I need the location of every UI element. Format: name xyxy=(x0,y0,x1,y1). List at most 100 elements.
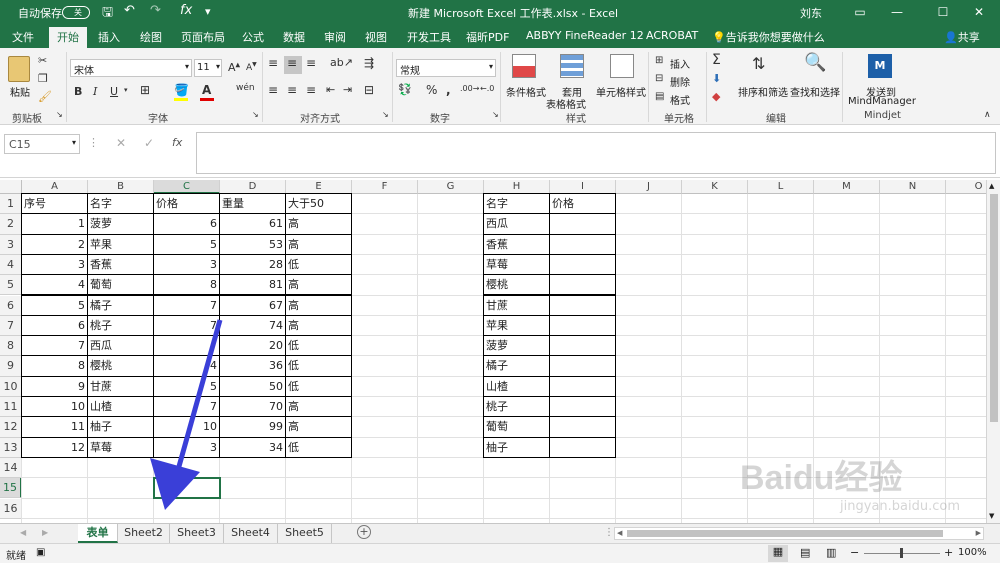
undo-icon[interactable]: ↶ xyxy=(124,3,135,18)
delete-cells-icon[interactable]: ⊟ xyxy=(655,73,663,84)
delete-cells-button[interactable]: 删除 xyxy=(670,74,690,89)
close-icon[interactable]: ✕ xyxy=(964,3,994,23)
page-break-view-icon[interactable]: ▥ xyxy=(826,546,836,559)
page-layout-view-icon[interactable]: ▤ xyxy=(800,546,810,559)
worksheet-grid[interactable]: ABCDEFGHIJKLMNO 1 2 3 4 5 6 7 8 9 10 11 12 13 14 15 16 … xyxy=(0,180,1000,523)
tab-developer[interactable]: 开发工具 xyxy=(407,29,451,45)
normal-view-icon[interactable]: ▦ xyxy=(768,545,788,562)
tab-formulas[interactable]: 公式 xyxy=(242,29,264,45)
ribbon-display-icon[interactable]: ▭ xyxy=(845,3,875,23)
clear-icon[interactable]: ◆ xyxy=(712,90,720,103)
cancel-entry-icon[interactable]: ✕ xyxy=(116,136,126,150)
sort-filter-icon[interactable]: ⇅ xyxy=(752,54,765,73)
tab-foxit-pdf[interactable]: 福昕PDF xyxy=(466,29,509,45)
find-select-icon[interactable]: 🔍 xyxy=(804,52,826,73)
paste-icon[interactable] xyxy=(8,56,30,82)
font-color-icon[interactable]: A xyxy=(202,83,211,97)
increase-indent-icon[interactable]: ⇥ xyxy=(343,83,352,96)
tab-data[interactable]: 数据 xyxy=(283,29,305,45)
h-scroll-thumb[interactable] xyxy=(627,530,943,537)
tab-abbyy[interactable]: ABBYY FineReader 12 xyxy=(526,29,644,42)
clipboard-launcher-icon[interactable]: ↘ xyxy=(56,110,63,119)
align-left-icon[interactable]: ≡ xyxy=(268,83,278,97)
tab-page-layout[interactable]: 页面布局 xyxy=(181,29,225,45)
decrease-indent-icon[interactable]: ⇤ xyxy=(326,83,335,96)
borders-icon[interactable]: ⊞ xyxy=(140,83,150,97)
increase-decimal-icon[interactable]: .00→ xyxy=(460,84,479,93)
italic-icon[interactable]: I xyxy=(93,85,97,98)
merge-center-icon[interactable]: ⊟ xyxy=(364,83,374,97)
save-icon[interactable]: 🖫 xyxy=(102,3,113,25)
autosave-toggle[interactable]: 关 xyxy=(62,6,90,19)
scroll-left-icon[interactable]: ◀ xyxy=(617,529,622,537)
tab-review[interactable]: 审阅 xyxy=(324,29,346,45)
maximize-icon[interactable]: ☐ xyxy=(928,3,958,23)
scroll-up-icon[interactable]: ▲ xyxy=(989,182,994,190)
conditional-format-button[interactable]: 条件格式 xyxy=(506,84,546,99)
font-name-box[interactable]: 宋体 ▾ xyxy=(70,59,192,77)
decrease-font-icon[interactable]: A▼ xyxy=(246,61,257,73)
sheet-tab-2[interactable]: Sheet2 xyxy=(118,524,170,543)
add-sheet-icon[interactable]: + xyxy=(357,525,371,539)
sort-filter-button[interactable]: 排序和筛选 xyxy=(738,84,788,99)
scroll-right-icon[interactable]: ▶ xyxy=(976,529,981,537)
comma-style-icon[interactable]: , xyxy=(446,83,451,97)
sheet-tab-5[interactable]: Sheet5 xyxy=(278,524,332,543)
percent-icon[interactable]: % xyxy=(426,83,437,97)
decrease-decimal-icon[interactable]: ←.0 xyxy=(480,84,494,93)
align-top-icon[interactable]: ≡ xyxy=(268,56,278,70)
send-to-mindmanager-2[interactable]: MindManager xyxy=(848,96,916,107)
orientation-icon[interactable]: ab↗ xyxy=(330,56,353,69)
fill-icon[interactable]: ⬇ xyxy=(712,72,721,85)
prev-sheet-icon[interactable]: ◀ xyxy=(20,528,26,537)
minimize-icon[interactable]: — xyxy=(882,3,912,23)
tab-acrobat[interactable]: ACROBAT xyxy=(646,29,698,42)
align-middle-icon[interactable]: ≡ xyxy=(287,56,297,70)
font-launcher-icon[interactable]: ↘ xyxy=(252,110,259,119)
format-as-table-icon[interactable] xyxy=(560,54,584,78)
alignment-launcher-icon[interactable]: ↘ xyxy=(382,110,389,119)
find-select-button[interactable]: 查找和选择 xyxy=(790,84,840,99)
cell-styles-button[interactable]: 单元格样式 xyxy=(596,84,646,99)
scroll-thumb[interactable] xyxy=(990,194,998,422)
increase-font-icon[interactable]: A▲ xyxy=(228,61,240,74)
align-bottom-icon[interactable]: ≡ xyxy=(306,56,316,70)
copy-icon[interactable]: ❐ xyxy=(38,72,48,85)
align-right-icon[interactable]: ≡ xyxy=(306,83,316,97)
macro-record-icon[interactable]: ▣ xyxy=(36,547,45,558)
sheet-tab-3[interactable]: Sheet3 xyxy=(170,524,224,543)
tell-me-box[interactable]: 💡告诉我你想要做什么 xyxy=(712,29,825,45)
underline-icon[interactable]: U xyxy=(110,85,118,98)
bold-icon[interactable]: B xyxy=(74,85,82,98)
conditional-format-icon[interactable] xyxy=(512,54,536,78)
sheet-tab-1[interactable]: 表单 xyxy=(78,524,118,543)
insert-function-icon[interactable]: fx xyxy=(172,136,182,149)
zoom-out-icon[interactable]: − xyxy=(850,546,859,559)
name-box[interactable]: C15 ▾ xyxy=(4,134,80,154)
function-icon[interactable]: fx xyxy=(180,3,192,18)
cell-styles-icon[interactable] xyxy=(610,54,634,78)
scroll-down-icon[interactable]: ▼ xyxy=(989,512,994,520)
user-name[interactable]: 刘东 xyxy=(800,5,822,21)
wrap-text-icon[interactable]: ⇶ xyxy=(364,56,374,70)
tab-insert[interactable]: 插入 xyxy=(98,29,120,45)
confirm-entry-icon[interactable]: ✓ xyxy=(144,136,154,150)
chevron-down-icon[interactable]: ▾ xyxy=(124,86,128,94)
align-center-icon[interactable]: ≡ xyxy=(287,83,297,97)
insert-cells-button[interactable]: 插入 xyxy=(670,56,690,71)
format-cells-button[interactable]: 格式 xyxy=(670,92,690,107)
redo-icon[interactable]: ↷ xyxy=(150,3,161,18)
paste-button[interactable]: 粘贴 xyxy=(10,84,30,99)
autosum-icon[interactable]: Σ xyxy=(712,52,721,68)
tab-view[interactable]: 视图 xyxy=(365,29,387,45)
next-sheet-icon[interactable]: ▶ xyxy=(42,528,48,537)
customize-qat-icon[interactable]: ▾ xyxy=(205,5,211,18)
vertical-scrollbar[interactable]: ▲ ▼ xyxy=(986,180,1000,523)
tab-home[interactable]: 开始 xyxy=(49,27,87,48)
split-handle-icon[interactable]: ⋮ xyxy=(604,527,614,538)
zoom-slider-thumb[interactable] xyxy=(900,548,903,558)
formula-input[interactable] xyxy=(196,132,996,174)
tab-draw[interactable]: 绘图 xyxy=(140,29,162,45)
format-cells-icon[interactable]: ▤ xyxy=(655,91,664,102)
horizontal-scrollbar[interactable]: ◀ ▶ xyxy=(614,527,984,540)
